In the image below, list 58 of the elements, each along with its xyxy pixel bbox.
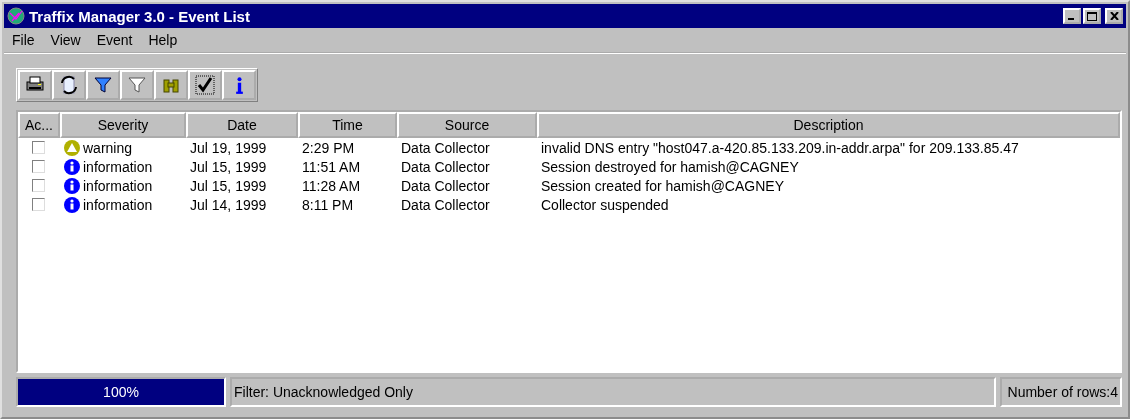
time-cell: 11:51 AM — [302, 158, 361, 175]
warning-icon — [64, 139, 80, 156]
refresh-button[interactable] — [52, 70, 86, 100]
acknowledge-checkbox[interactable] — [32, 198, 45, 211]
window-title: Traffix Manager 3.0 - Event List — [29, 7, 251, 25]
severity-text: information — [83, 158, 153, 175]
severity-text: information — [83, 196, 153, 213]
checkmark-icon — [194, 74, 216, 96]
print-button[interactable] — [18, 70, 52, 100]
menu-item[interactable]: File — [4, 32, 43, 48]
info-button[interactable] — [222, 70, 256, 100]
refresh-icon — [58, 74, 80, 96]
progress-reading: 100% — [103, 384, 139, 400]
date-cell: Jul 15, 1999 — [190, 177, 267, 194]
time-cell: 2:29 PM — [302, 139, 355, 156]
column-header[interactable]: Time — [298, 112, 397, 138]
filter-icon — [126, 74, 148, 96]
filter-icon — [92, 74, 114, 96]
time-cell: 11:28 AM — [302, 177, 361, 194]
severity-text: warning — [83, 139, 133, 156]
acknowledge-checkbox[interactable] — [32, 160, 45, 173]
maximize-icon — [1087, 11, 1097, 21]
maximize-button[interactable] — [1083, 8, 1101, 24]
source-cell: Data Collector — [401, 177, 490, 194]
description-cell: invalid DNS entry "host047.a-420.85.133.209.in-addr.arpa" for 209.133.85.47 — [541, 139, 1019, 156]
close-button[interactable] — [1105, 8, 1123, 24]
column-header[interactable]: Date — [186, 112, 298, 138]
info-icon — [234, 75, 244, 95]
source-cell: Data Collector — [401, 196, 490, 213]
filter-button[interactable] — [86, 70, 120, 100]
acknowledge-checkbox[interactable] — [32, 141, 45, 154]
time-cell: 8:11 PM — [302, 196, 354, 213]
severity-text: information — [83, 177, 153, 194]
acknowledge-button[interactable] — [188, 70, 222, 100]
acknowledge-checkbox[interactable] — [32, 179, 45, 192]
minimize-button[interactable] — [1063, 8, 1081, 24]
menu-item[interactable]: View — [42, 32, 89, 48]
close-icon — [1109, 12, 1119, 20]
description-cell: Collector suspended — [541, 196, 669, 213]
menu-item[interactable]: Event — [88, 32, 141, 48]
column-header[interactable]: Source — [397, 112, 537, 138]
find-button[interactable] — [154, 70, 188, 100]
date-cell: Jul 15, 1999 — [190, 158, 267, 175]
column-header[interactable]: Severity — [60, 112, 186, 138]
date-cell: Jul 14, 1999 — [190, 196, 267, 213]
menu-item[interactable]: Help — [140, 32, 186, 48]
description-cell: Session destroyed for hamish@CAGNEY — [541, 158, 799, 175]
source-cell: Data Collector — [401, 139, 490, 156]
row-count-status: Number of rows:4 — [999, 377, 1122, 407]
description-cell: Session created for hamish@CAGNEY — [541, 177, 784, 194]
info-icon — [64, 196, 80, 213]
column-header[interactable]: Description — [537, 112, 1120, 138]
date-cell: Jul 19, 1999 — [190, 139, 267, 156]
column-header[interactable]: Ac... — [18, 112, 60, 138]
info-icon — [64, 177, 80, 194]
filter-status: Filter: Unacknowledged Only — [230, 377, 996, 407]
source-cell: Data Collector — [401, 158, 490, 175]
info-icon — [64, 158, 80, 175]
